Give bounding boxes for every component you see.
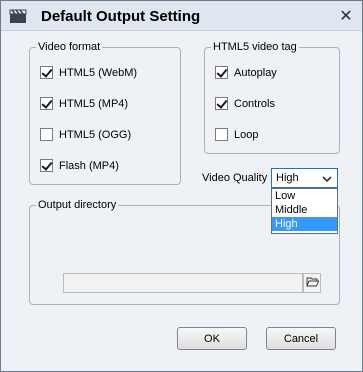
checkbox-html5-webm[interactable]: HTML5 (WebM) [40,66,137,79]
checkbox-loop[interactable]: Loop [215,128,258,141]
option-middle[interactable]: Middle [272,203,337,217]
browse-folder-button[interactable] [303,273,321,293]
html5-mp4-checkbox[interactable] [40,97,53,110]
video-format-legend: Video format [36,41,103,53]
html5-webm-label: HTML5 (WebM) [59,66,138,79]
default-output-setting-dialog: Default Output Setting ✕ Video format HT… [0,0,363,372]
title-bar[interactable]: Default Output Setting ✕ [1,1,362,31]
checkbox-autoplay[interactable]: Autoplay [215,66,277,79]
loop-label: Loop [234,128,259,141]
option-low[interactable]: Low [272,189,337,203]
folder-open-icon [305,276,319,290]
checkbox-controls[interactable]: Controls [215,97,275,110]
controls-checkbox[interactable] [215,97,228,110]
output-directory-field[interactable] [63,273,303,293]
flash-mp4-checkbox[interactable] [40,159,53,172]
ok-button[interactable]: OK [177,327,247,350]
window-title: Default Output Setting [41,8,201,25]
cancel-button[interactable]: Cancel [266,327,336,350]
video-quality-value: High [276,172,299,184]
video-clapper-icon [9,9,27,24]
loop-checkbox[interactable] [215,128,228,141]
option-high[interactable]: High [272,217,337,231]
video-quality-label: Video Quality [202,172,268,184]
html5-ogg-checkbox[interactable] [40,128,53,141]
html5-webm-checkbox[interactable] [40,66,53,79]
autoplay-checkbox[interactable] [215,66,228,79]
chevron-down-icon [322,174,332,183]
flash-mp4-label: Flash (MP4) [59,159,119,172]
video-quality-options: Low Middle High [271,188,338,234]
autoplay-label: Autoplay [234,66,277,79]
checkbox-html5-ogg[interactable]: HTML5 (OGG) [40,128,131,141]
html5-mp4-label: HTML5 (MP4) [59,97,129,110]
checkbox-flash-mp4[interactable]: Flash (MP4) [40,159,119,172]
video-quality-select[interactable]: High [271,168,338,188]
html5-ogg-label: HTML5 (OGG) [59,128,132,141]
checkbox-html5-mp4[interactable]: HTML5 (MP4) [40,97,128,110]
output-directory-legend: Output directory [36,199,119,211]
html5-video-tag-legend: HTML5 video tag [211,41,299,53]
close-icon[interactable]: ✕ [336,6,356,26]
controls-label: Controls [234,97,275,110]
